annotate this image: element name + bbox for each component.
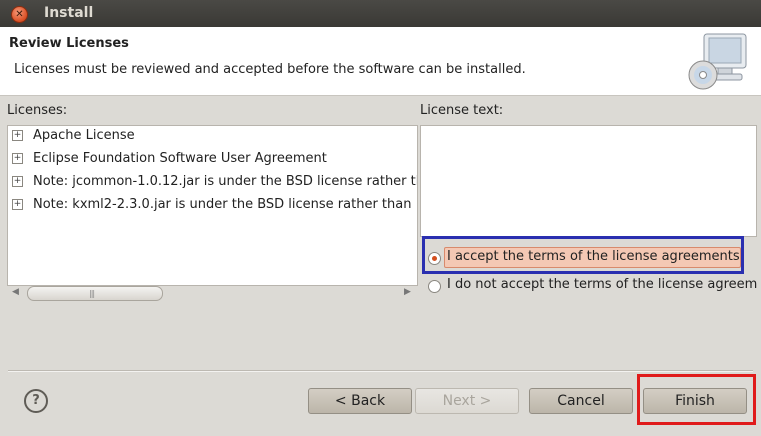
next-button[interactable]: Next >: [415, 388, 519, 414]
tree-item-label: Note: jcommon-1.0.12.jar is under the BS…: [33, 174, 418, 189]
expand-icon[interactable]: +: [12, 130, 23, 141]
expand-icon[interactable]: +: [12, 199, 23, 210]
wizard-header: Review Licenses Licenses must be reviewe…: [0, 27, 761, 96]
decline-radio[interactable]: [428, 280, 441, 293]
decline-label[interactable]: I do not accept the terms of the license…: [447, 277, 757, 292]
scrollbar-thumb[interactable]: |||: [27, 286, 163, 301]
tree-item[interactable]: + Apache License: [12, 128, 135, 150]
scroll-left-icon[interactable]: ◀: [12, 287, 19, 297]
cancel-button[interactable]: Cancel: [529, 388, 633, 414]
accept-radio[interactable]: [428, 252, 441, 265]
computer-cd-icon: [688, 33, 747, 90]
title-bar: ✕ Install: [0, 0, 761, 27]
page-title: Review Licenses: [9, 36, 129, 51]
tree-item-label: Apache License: [33, 128, 135, 143]
close-icon[interactable]: ✕: [11, 6, 28, 23]
expand-icon[interactable]: +: [12, 153, 23, 164]
tree-item[interactable]: + Note: jcommon-1.0.12.jar is under the B…: [12, 174, 418, 196]
help-icon[interactable]: ?: [24, 389, 48, 413]
window-title: Install: [44, 5, 94, 21]
license-text-area[interactable]: [420, 125, 757, 237]
accept-label[interactable]: I accept the terms of the license agreem…: [447, 249, 740, 264]
tree-item[interactable]: + Eclipse Foundation Software User Agreem…: [12, 151, 327, 173]
licenses-label: Licenses:: [7, 103, 68, 118]
tree-item-label: Eclipse Foundation Software User Agreeme…: [33, 151, 327, 166]
tree-item[interactable]: + Note: kxml2-2.3.0.jar is under the BSD …: [12, 197, 411, 219]
tree-item-label: Note: kxml2-2.3.0.jar is under the BSD l…: [33, 197, 412, 212]
licenses-tree[interactable]: + Apache License + Eclipse Foundation Soft…: [7, 125, 418, 286]
finish-highlight: [637, 374, 756, 425]
page-description: Licenses must be reviewed and accepted b…: [14, 62, 526, 77]
horizontal-scrollbar[interactable]: ◀ ||| ▶: [8, 286, 416, 302]
back-button[interactable]: < Back: [308, 388, 412, 414]
license-text-label: License text:: [420, 103, 504, 118]
expand-icon[interactable]: +: [12, 176, 23, 187]
divider: [8, 370, 753, 372]
scroll-right-icon[interactable]: ▶: [404, 287, 411, 297]
